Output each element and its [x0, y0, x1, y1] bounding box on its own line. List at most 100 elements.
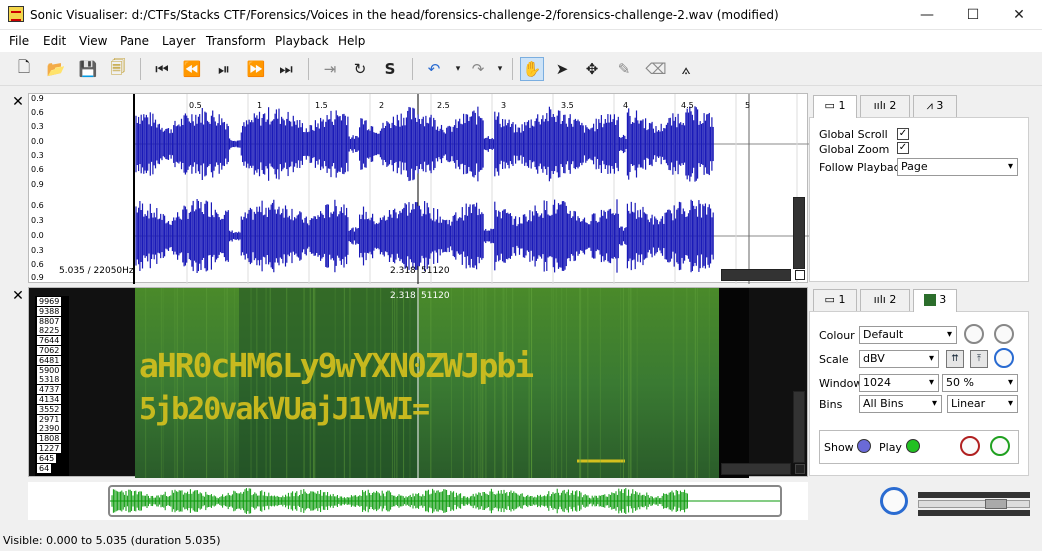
menu-transform[interactable]: Transform — [206, 34, 266, 48]
normalize-columns-icon[interactable]: ⇈ — [946, 350, 964, 368]
play-selection-icon[interactable]: ↻ — [348, 57, 372, 81]
hidden-text-line2: 5jb20vakVUajJ1VWI= — [139, 392, 430, 427]
menu-layer[interactable]: Layer — [162, 34, 195, 48]
play-pause-icon[interactable]: ⏯ — [212, 57, 236, 81]
zoom-reset-button[interactable] — [795, 464, 805, 474]
bins-select[interactable]: All Bins — [859, 395, 942, 413]
scale-label: Scale — [819, 353, 849, 366]
properties-panel-top — [809, 117, 1029, 282]
colour-label: Colour — [819, 329, 855, 342]
window-size-select[interactable]: 1024 — [859, 374, 939, 392]
y-tick: 0.6 — [31, 201, 44, 210]
global-scroll-checkbox[interactable]: ✓ — [897, 128, 909, 140]
navigate-icon[interactable]: ✋ — [520, 57, 544, 81]
vertical-zoom-slider[interactable] — [793, 391, 805, 463]
play-label: Play — [879, 441, 902, 454]
play-toggle-icon[interactable] — [906, 439, 920, 453]
save-icon[interactable]: 💾 — [76, 57, 100, 81]
time-tick: 2.5 — [437, 101, 450, 110]
menu-edit[interactable]: Edit — [43, 34, 66, 48]
output-level-meter — [918, 510, 1030, 516]
close-pane-icon[interactable]: ✕ — [10, 288, 26, 304]
gain-knob-icon[interactable] — [964, 324, 984, 344]
minimize-button[interactable]: — — [904, 0, 950, 30]
menu-view[interactable]: View — [79, 34, 107, 48]
horizontal-zoom-slider[interactable] — [721, 463, 791, 475]
time-tick: 4.5 — [681, 101, 694, 110]
menu-pane[interactable]: Pane — [120, 34, 149, 48]
tab-3[interactable]: ⩘ 3 — [913, 95, 957, 117]
menu-help[interactable]: Help — [338, 34, 365, 48]
solo-icon[interactable]: S — [378, 57, 402, 81]
spectrogram-pane[interactable]: 9969 9388 8807 8225 7644 7062 6481 5900 5318 4737… — [28, 287, 808, 478]
volume-slider-handle[interactable] — [985, 499, 1007, 509]
overview-pane[interactable] — [28, 482, 808, 520]
y-tick: 0.3 — [31, 151, 44, 160]
window-label: Window — [819, 377, 863, 390]
colour-select[interactable]: Default — [859, 326, 957, 344]
y-tick: 0.6 — [31, 260, 44, 269]
volume-slider[interactable] — [918, 499, 1030, 509]
tab-3[interactable]: 3 — [913, 289, 957, 312]
maximize-button[interactable]: ☐ — [950, 0, 996, 30]
undo-icon[interactable]: ↶ — [422, 57, 446, 81]
window-title: Sonic Visualiser: d:/CTFs/Stacks CTF/For… — [30, 8, 779, 22]
menu-playback[interactable]: Playback — [275, 34, 329, 48]
visible-region-box[interactable] — [108, 485, 782, 517]
draw-icon[interactable]: ✎ — [612, 57, 636, 81]
global-zoom-checkbox[interactable]: ✓ — [897, 142, 909, 154]
redo-menu-icon[interactable]: ▾ — [488, 57, 512, 81]
y-tick: 0.9 — [31, 94, 44, 103]
move-icon[interactable]: ✥ — [580, 57, 604, 81]
select-icon[interactable]: ➤ — [550, 57, 574, 81]
time-tick: 5 — [745, 101, 751, 110]
y-tick: 0.3 — [31, 246, 44, 255]
output-level-meter — [918, 492, 1030, 498]
save-session-icon[interactable]: 🗐 — [106, 57, 130, 81]
tab-1[interactable]: ▭ 1 — [813, 289, 857, 311]
fast-forward-end-icon[interactable]: ⏭ — [274, 57, 298, 81]
rewind-icon[interactable]: ⏪ — [180, 57, 204, 81]
rewind-start-icon[interactable]: ⏮ — [150, 57, 174, 81]
y-tick: 0.6 — [31, 108, 44, 117]
menu-file[interactable]: File — [9, 34, 29, 48]
y-tick: 0.9 — [31, 180, 44, 189]
threshold-knob-icon[interactable] — [994, 324, 1014, 344]
tab-2[interactable]: ıılı 2 — [860, 289, 910, 311]
title-bar: Sonic Visualiser: d:/CTFs/Stacks CTF/For… — [0, 0, 1042, 30]
close-button[interactable]: ✕ — [996, 0, 1042, 30]
cursor-time: 2.318 — [390, 291, 416, 301]
horizontal-zoom-slider[interactable] — [721, 269, 791, 281]
tab-1[interactable]: ▭ 1 — [813, 95, 857, 118]
colour-rotation-knob-icon[interactable] — [994, 348, 1014, 368]
open-file-icon[interactable]: 📂 — [44, 57, 68, 81]
bins-scale-select[interactable]: Linear — [947, 395, 1018, 413]
y-tick: 0.9 — [31, 273, 44, 282]
status-bar: Visible: 0.000 to 5.035 (duration 5.035) — [0, 531, 1042, 551]
redo-icon[interactable]: ↷ — [466, 57, 490, 81]
follow-playback-select[interactable]: Page — [897, 158, 1018, 176]
normalize-visible-icon[interactable]: ⤒ — [970, 350, 988, 368]
measure-icon[interactable]: ⟑ — [674, 57, 698, 81]
tab-2[interactable]: ıılı 2 — [860, 95, 910, 117]
fast-forward-icon[interactable]: ⏩ — [244, 57, 268, 81]
hidden-text-line1: aHR0cHM6Ly9wYXN0ZWJpbi — [139, 346, 534, 385]
playback-pan-knob-icon[interactable] — [990, 436, 1010, 456]
left-edge — [0, 86, 8, 531]
new-file-icon[interactable]: 🗋 — [12, 57, 36, 81]
menu-bar: File Edit View Pane Layer Transform Play… — [0, 30, 1042, 52]
playback-speed-knob-icon[interactable] — [880, 487, 908, 515]
constrain-playback-icon[interactable]: ⇥ — [318, 57, 342, 81]
time-tick: 2 — [379, 101, 385, 110]
vertical-zoom-slider[interactable] — [793, 197, 805, 269]
zoom-reset-button[interactable] — [795, 270, 805, 280]
waveform-pane[interactable]: 0.9 0.6 0.3 0.0 0.3 0.6 0.9 0.6 0.3 0.0 … — [28, 93, 809, 284]
y-tick: 0.6 — [31, 165, 44, 174]
show-toggle-icon[interactable] — [857, 439, 871, 453]
scale-select[interactable]: dBV — [859, 350, 939, 368]
close-pane-icon[interactable]: ✕ — [10, 94, 26, 110]
window-overlap-select[interactable]: 50 % — [942, 374, 1018, 392]
erase-icon[interactable]: ⌫ — [644, 57, 668, 81]
cursor-frame: 51120 — [421, 291, 450, 301]
playback-gain-knob-icon[interactable] — [960, 436, 980, 456]
